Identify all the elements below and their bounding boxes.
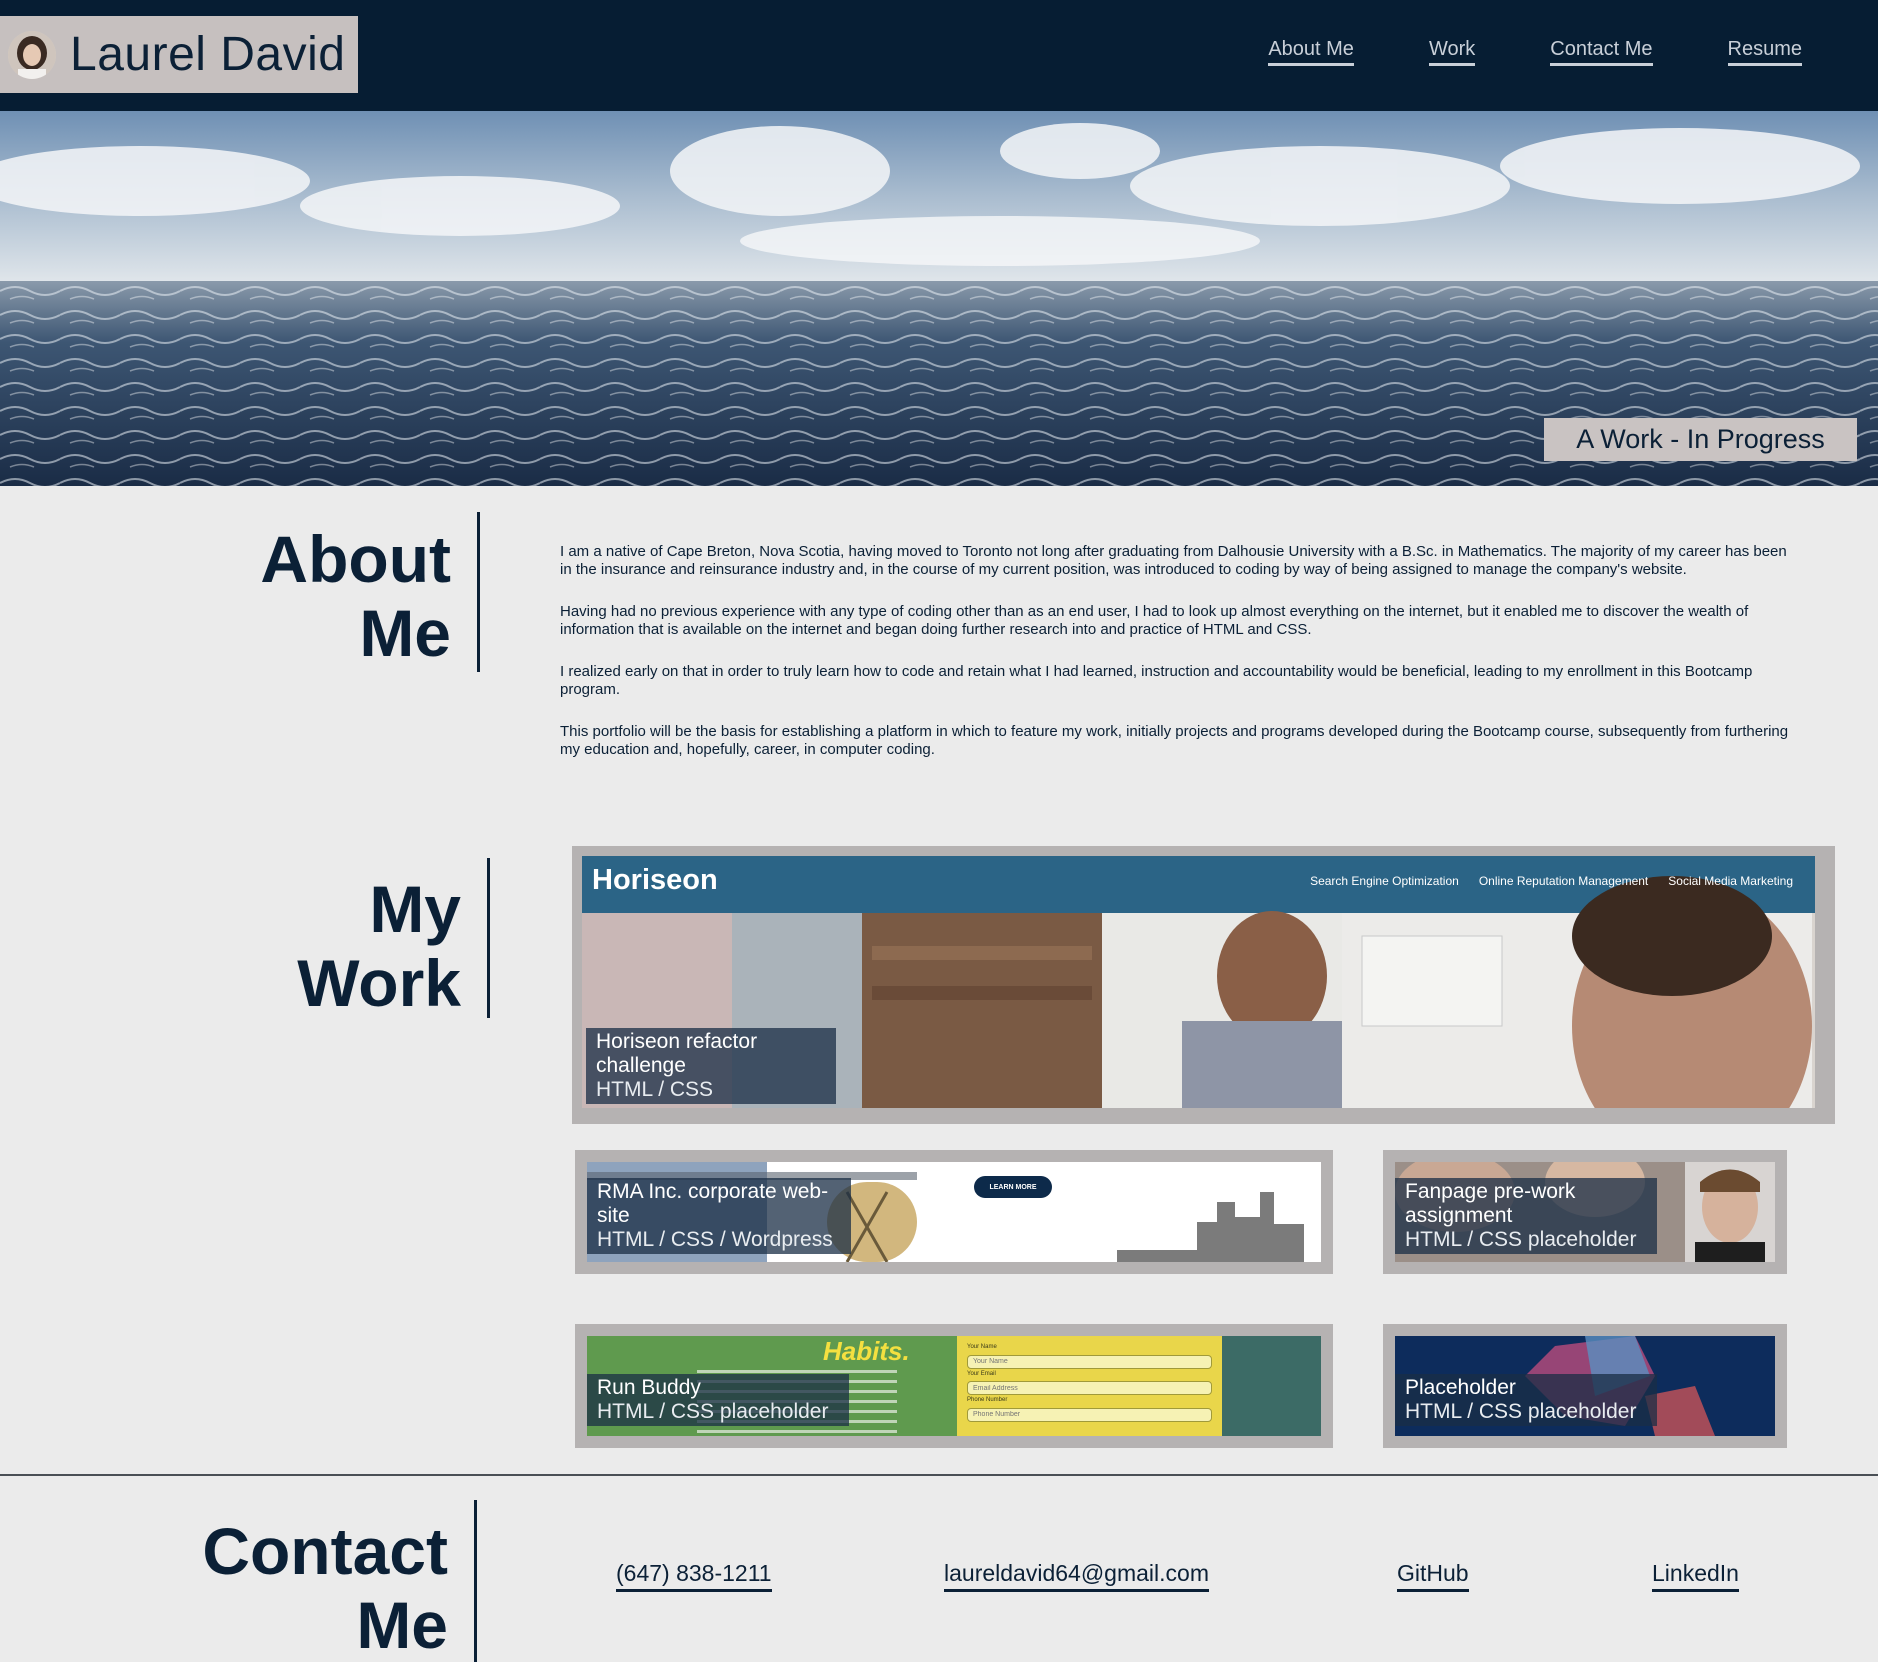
project-title: Horiseon refactor challenge <box>596 1030 758 1077</box>
about-paragraph: This portfolio will be the basis for est… <box>560 723 1789 758</box>
contact-github-link[interactable]: GitHub <box>1397 1560 1469 1592</box>
project-card-placeholder[interactable]: Placeholder HTML / CSS placeholder <box>1383 1324 1787 1448</box>
project-tech: HTML / CSS <box>596 1078 714 1101</box>
hero-tagline: A Work - In Progress <box>1544 418 1857 461</box>
project-card-fanpage[interactable]: Fanpage pre-work assignment HTML / CSS p… <box>1383 1150 1787 1274</box>
horiseon-nav: Search Engine Optimization Online Reputa… <box>1310 874 1793 888</box>
main-nav: About Me Work Contact Me Resume <box>1268 38 1802 66</box>
run-buddy-field-label: Your Email <box>967 1370 996 1377</box>
about-heading-line2: Me <box>359 596 451 670</box>
work-heading-line2: Work <box>297 946 461 1020</box>
project-title: RMA Inc. corporate web-site <box>597 1180 829 1227</box>
project-title: Fanpage pre-work assignment <box>1405 1180 1576 1227</box>
nav-link-work[interactable]: Work <box>1428 38 1476 66</box>
horiseon-nav-item: Search Engine Optimization <box>1310 874 1459 888</box>
run-buddy-field-label: Phone Number <box>967 1397 1008 1403</box>
contact-heading: Contact Me <box>190 1500 477 1662</box>
project-title: Placeholder <box>1405 1376 1516 1399</box>
hero-banner: A Work - In Progress <box>0 111 1878 486</box>
horiseon-nav-item: Online Reputation Management <box>1478 874 1649 888</box>
avatar <box>8 30 56 79</box>
project-tech: HTML / CSS / Wordpress <box>597 1228 833 1251</box>
run-buddy-name-input <box>967 1354 1212 1369</box>
contact-phone-link[interactable]: (647) 838-1211 <box>616 1560 772 1592</box>
about-text: I am a native of Cape Breton, Nova Scoti… <box>560 543 1790 783</box>
nav-link-about-me[interactable]: About Me <box>1268 38 1354 66</box>
work-heading: My Work <box>240 858 490 1020</box>
horiseon-logo: Horiseon <box>592 864 718 896</box>
run-buddy-email-input <box>967 1381 1212 1395</box>
about-paragraph: I realized early on that in order to tru… <box>560 663 1753 698</box>
project-tech: HTML / CSS placeholder <box>1405 1400 1637 1423</box>
section-divider <box>0 1474 1878 1476</box>
work-heading-line1: My <box>369 872 461 946</box>
about-paragraph: Having had no previous experience with a… <box>560 603 1749 638</box>
run-buddy-form: Your Name Your Email Phone Number <box>967 1344 1212 1422</box>
run-buddy-brand: Habits. <box>823 1336 910 1366</box>
contact-heading-line2: Me <box>356 1588 448 1662</box>
project-card-rma[interactable]: LEARN MORE RMA Inc. corporate web-site H… <box>575 1150 1333 1274</box>
brand-block[interactable]: Laurel David <box>0 16 358 93</box>
horiseon-nav-item: Social Media Marketing <box>1668 874 1793 888</box>
nav-link-resume[interactable]: Resume <box>1727 38 1802 66</box>
project-label: Fanpage pre-work assignment HTML / CSS p… <box>1395 1178 1657 1254</box>
project-tech: HTML / CSS placeholder <box>597 1400 829 1423</box>
run-buddy-phone-input <box>967 1407 1212 1422</box>
project-label: Horiseon refactor challenge HTML / CSS <box>586 1028 836 1104</box>
project-title: Run Buddy <box>597 1376 701 1399</box>
about-heading-line1: About <box>260 522 451 596</box>
brand-name: Laurel David <box>70 28 346 81</box>
project-card-run-buddy[interactable]: Habits. Your Name Your Email Phone Numbe… <box>575 1324 1333 1448</box>
learn-more-button: LEARN MORE <box>974 1176 1052 1198</box>
project-label: RMA Inc. corporate web-site HTML / CSS /… <box>587 1178 851 1254</box>
about-heading: About Me <box>220 512 480 672</box>
project-label: Run Buddy HTML / CSS placeholder <box>587 1374 849 1426</box>
project-label: Placeholder HTML / CSS placeholder <box>1395 1374 1657 1426</box>
run-buddy-field-label: Your Name <box>967 1344 997 1350</box>
contact-heading-line1: Contact <box>202 1514 448 1588</box>
site-header: Laurel David About Me Work Contact Me Re… <box>0 0 1878 111</box>
contact-email-link[interactable]: laureldavid64@gmail.com <box>944 1560 1209 1592</box>
about-paragraph: I am a native of Cape Breton, Nova Scoti… <box>560 543 1787 578</box>
nav-link-contact-me[interactable]: Contact Me <box>1550 38 1653 66</box>
contact-linkedin-link[interactable]: LinkedIn <box>1652 1560 1739 1592</box>
project-tech: HTML / CSS placeholder <box>1405 1228 1637 1251</box>
project-card-horiseon[interactable]: Horiseon Search Engine Optimization Onli… <box>572 846 1835 1124</box>
